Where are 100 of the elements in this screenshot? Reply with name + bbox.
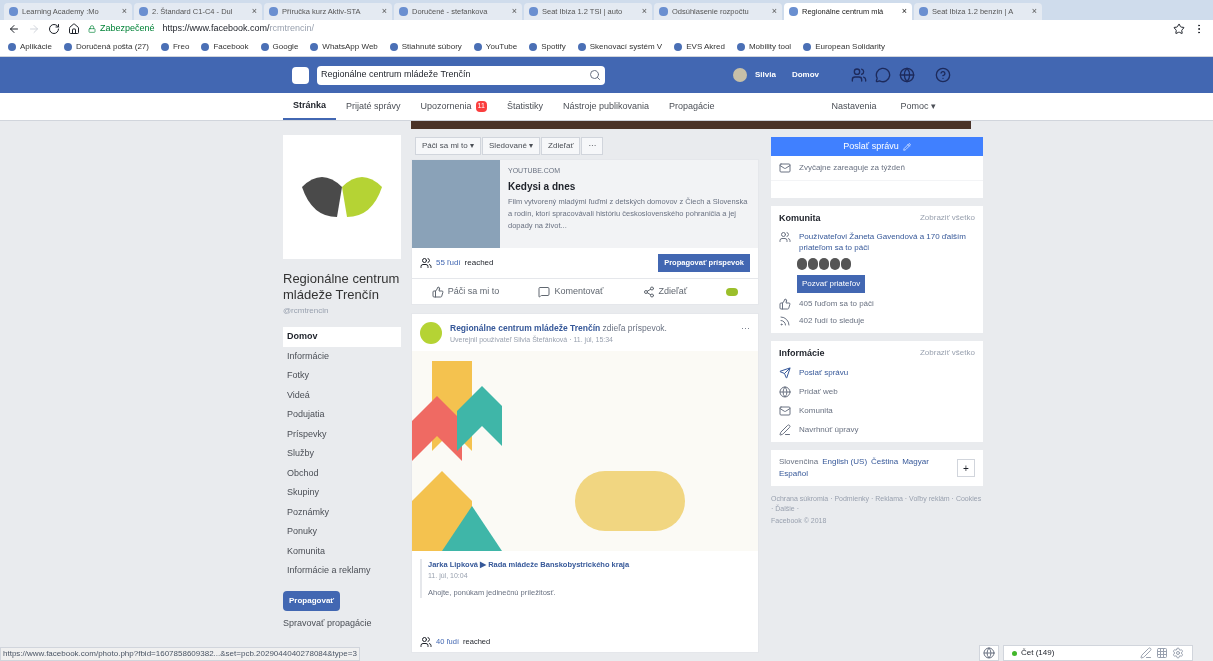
profile-link[interactable]: Silvia (754, 69, 776, 81)
page-tab[interactable]: Propagácie (658, 93, 725, 120)
messages-icon[interactable] (875, 67, 891, 83)
sidebar-item[interactable]: Skupiny (283, 483, 401, 503)
site-icon (789, 7, 798, 16)
sidebar-item[interactable]: Ponuky (283, 522, 401, 542)
bookmark-star-icon (1173, 23, 1185, 35)
language-link[interactable]: Slovenčina (779, 456, 819, 468)
page-action-button[interactable]: Páči sa mi to ▾ (415, 137, 481, 155)
sidebar-item[interactable]: Podujatia (283, 405, 401, 425)
globe-icon (983, 647, 995, 659)
bookmark-link[interactable]: YouTube (473, 41, 518, 53)
bookmark-link[interactable]: EVS Akred (674, 41, 725, 53)
language-link[interactable]: Magyar (902, 456, 929, 468)
people-icon (420, 636, 432, 648)
page-tab[interactable]: Prijaté správy (336, 93, 411, 120)
bookmark-link[interactable]: Stiahnuté súbory (389, 41, 462, 53)
settings-icon[interactable] (1172, 647, 1184, 659)
sidebar-item[interactable]: Služby (283, 444, 401, 464)
info-link[interactable]: Pridať web (779, 386, 975, 398)
sidebar-item[interactable]: Domov (283, 327, 401, 347)
page-action-button[interactable]: Sledované ▾ (482, 137, 541, 155)
bookmark-link[interactable]: Facebook (201, 41, 249, 53)
sidebar-item[interactable]: Videá (283, 385, 401, 405)
send-message-button[interactable]: Poslať správu (771, 137, 983, 156)
pencil-icon (779, 424, 791, 436)
invite-friends-button[interactable]: Pozvať priateľov (797, 274, 866, 293)
language-link[interactable]: Español (779, 468, 808, 480)
manage-promotions-link[interactable]: Spravovať propagácie (283, 616, 401, 630)
compose-icon[interactable] (1140, 647, 1152, 659)
reach-text: 55 ľudí reached (420, 257, 494, 269)
globe-button[interactable] (979, 645, 999, 661)
close-icon[interactable]: × (1031, 4, 1037, 19)
sidebar-item[interactable]: Obchod (283, 463, 401, 483)
post-action-button[interactable]: Komentovať (538, 284, 604, 299)
info-link[interactable]: Navrhnúť úpravy (779, 424, 975, 436)
search-field[interactable]: Regionálne centrum mládeže Trenčín (317, 65, 605, 85)
language-link[interactable]: Čeština (871, 456, 899, 468)
bookmark-link[interactable]: Aplikácie (8, 41, 52, 53)
bookmark-link[interactable]: Skenovací systém V (577, 41, 663, 53)
friends-like-text: Používateľovi Žaneta Gavendová a 170 ďalším priateľom sa to páči (779, 230, 975, 253)
page-action-button[interactable]: ··· (581, 137, 604, 155)
sidebar-item[interactable]: Informácie a reklamy (283, 561, 401, 581)
send-icon (779, 367, 791, 379)
close-icon[interactable]: × (641, 4, 647, 19)
comment-icon (538, 285, 551, 298)
info-link[interactable]: Poslať správu (779, 367, 975, 379)
page-handle: @rcmtrencin (283, 305, 330, 317)
close-icon[interactable]: × (771, 4, 777, 19)
close-icon[interactable]: × (121, 4, 127, 19)
info-link[interactable]: Komunita (779, 405, 975, 417)
site-icon (269, 7, 278, 16)
sidebar-item[interactable]: Poznámky (283, 502, 401, 522)
followers-count: 402 ľudí to sleduje (779, 314, 975, 327)
site-icon (139, 7, 148, 16)
language-link[interactable]: English (US) (822, 456, 868, 468)
friend-avatar (830, 257, 840, 270)
friends-icon[interactable] (851, 67, 867, 83)
close-icon[interactable]: × (251, 4, 257, 19)
site-icon (529, 7, 538, 16)
bookmark-link[interactable]: European Solidarity (803, 41, 885, 53)
sidebar-item[interactable]: Komunita (283, 541, 401, 561)
more-options[interactable]: ··· (741, 322, 750, 336)
add-language-button[interactable]: + (957, 459, 975, 477)
notifications-icon[interactable] (899, 67, 915, 83)
post-action-button[interactable]: Zdieľať (642, 284, 688, 299)
bookmark-link[interactable]: Spotify (529, 41, 566, 53)
help-icon[interactable] (935, 67, 951, 83)
page-nav-link[interactable]: Nastavenia (819, 93, 889, 120)
sidebar-item[interactable]: Fotky (283, 366, 401, 386)
bookmark-link[interactable]: Google (260, 41, 299, 53)
close-icon[interactable]: × (511, 4, 517, 19)
bookmark-link[interactable]: Freo (160, 41, 190, 53)
bookmark-link[interactable]: Mobility tool (736, 41, 792, 53)
bookmark-link[interactable]: WhatsApp Web (310, 41, 378, 53)
close-icon[interactable]: × (901, 4, 907, 19)
page-nav-link[interactable]: Pomoc ▾ (888, 93, 948, 120)
forward-icon (28, 23, 40, 35)
home-link[interactable]: Domov (791, 69, 819, 81)
url-text: https://www.facebook.com/rcmtrencin/ (162, 22, 315, 36)
status-url: https://www.facebook.com/photo.php?fbid=1607858609382...&set=pcb.2029044040278084&type=3 (0, 647, 360, 661)
grid-icon[interactable] (1156, 647, 1168, 659)
page-action-button[interactable]: Zdieľať (541, 137, 581, 155)
page-avatar-icon[interactable] (726, 287, 739, 296)
bookmark-link[interactable]: Doručená pošta (27) (64, 41, 149, 53)
close-icon[interactable]: × (381, 4, 387, 19)
sidebar-item[interactable]: Príspevky (283, 424, 401, 444)
page-tab[interactable]: Nástroje publikovania (552, 93, 659, 120)
sidebar-item[interactable]: Informácie (283, 346, 401, 366)
promote-button[interactable]: Propagovať (283, 590, 341, 611)
post-action-button[interactable]: Páči sa mi to (431, 284, 500, 299)
site-icon (919, 7, 928, 16)
people-icon (779, 230, 791, 243)
secure-label: Zabezpečené (100, 22, 155, 36)
search-icon (589, 69, 601, 81)
home-icon (68, 23, 80, 35)
page-tab[interactable]: Stránka (283, 93, 337, 120)
page-tab[interactable]: Štatistiky (496, 93, 553, 120)
link-title: Kedysi a dnes (508, 179, 577, 194)
page-name: Regionálne centrum mládeže Trenčín (283, 271, 401, 303)
